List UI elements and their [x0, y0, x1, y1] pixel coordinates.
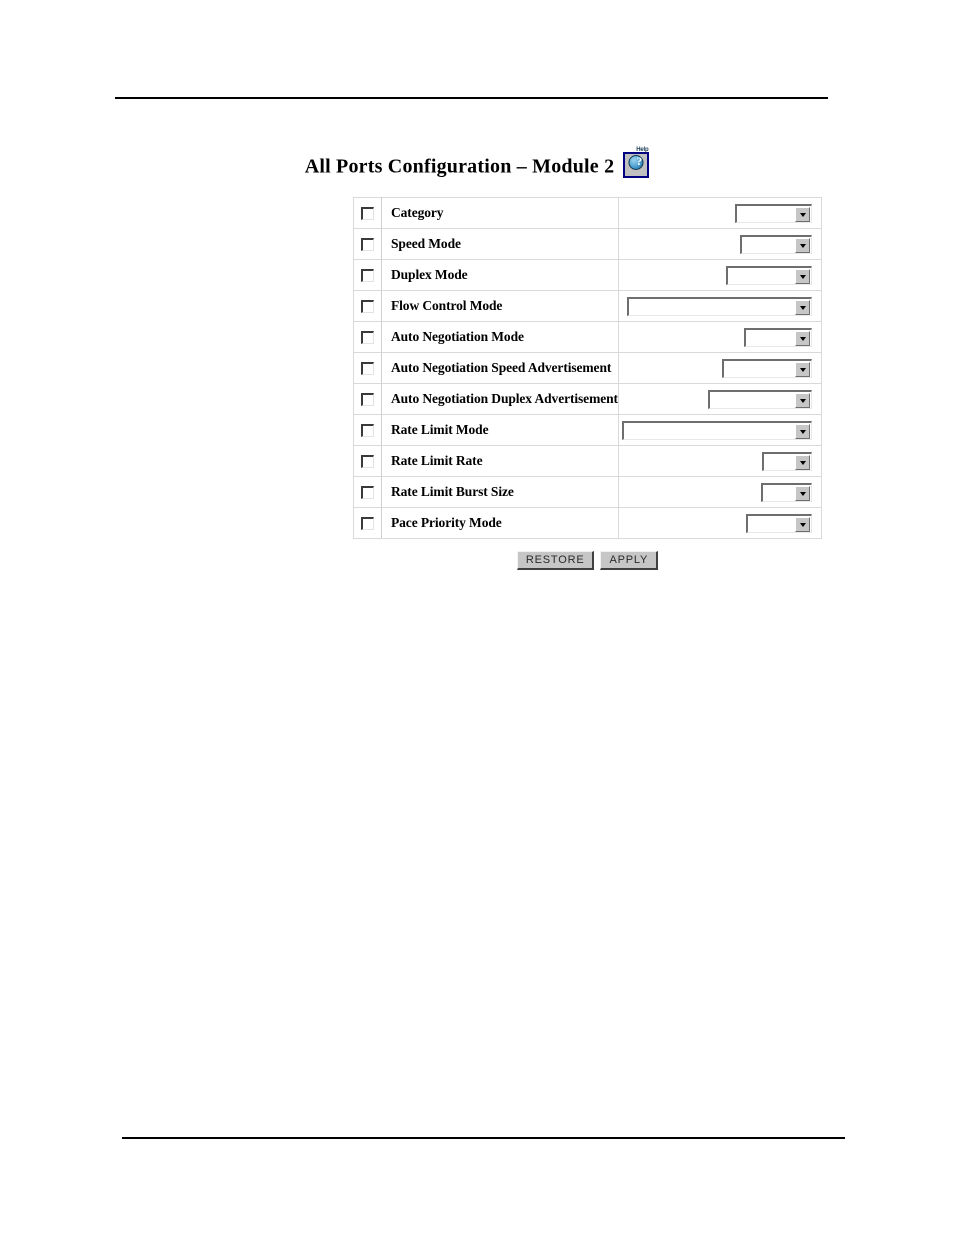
- row-value-cell: [617, 197, 823, 229]
- table-row: Pace Priority Mode: [353, 507, 823, 539]
- row-label: Pace Priority Mode: [381, 507, 619, 539]
- table-row: Category: [353, 197, 823, 229]
- checkbox-cell: [353, 197, 382, 229]
- row-label: Rate Limit Rate: [381, 445, 619, 477]
- row-label: Flow Control Mode: [381, 290, 619, 322]
- table-row: Rate Limit Rate: [353, 445, 823, 477]
- row-select-checkbox[interactable]: [361, 392, 374, 406]
- row-value-cell: [617, 290, 823, 322]
- row-select-checkbox[interactable]: [361, 268, 374, 282]
- row-select-checkbox[interactable]: [361, 516, 374, 530]
- page-title: All Ports Configuration – Module 2 ? Hel…: [0, 147, 954, 180]
- row-label: Auto Negotiation Duplex Advertisement: [381, 383, 619, 415]
- row-value-cell: [617, 445, 823, 477]
- table-row: Auto Negotiation Speed Advertisement: [353, 352, 823, 384]
- chevron-down-icon[interactable]: [795, 237, 810, 253]
- checkbox-cell: [353, 259, 382, 291]
- row-select-checkbox[interactable]: [361, 237, 374, 251]
- dropdown-select[interactable]: [708, 389, 812, 409]
- config-table-body: Category Speed Mode Duplex Mode Flow Contro…: [353, 197, 823, 539]
- row-value-cell: [617, 352, 823, 384]
- checkbox-cell: [353, 445, 382, 477]
- dropdown-select[interactable]: [762, 451, 812, 471]
- form-action-bar: RESTORE APPLY: [353, 551, 822, 570]
- chevron-down-icon[interactable]: [795, 516, 810, 532]
- row-select-checkbox[interactable]: [361, 361, 374, 375]
- row-value-cell: [617, 476, 823, 508]
- row-select-checkbox[interactable]: [361, 299, 374, 313]
- chevron-down-icon[interactable]: [795, 423, 810, 439]
- dropdown-select[interactable]: [735, 203, 812, 223]
- dropdown-select[interactable]: [761, 482, 812, 502]
- chevron-down-icon[interactable]: [795, 485, 810, 501]
- table-row: Flow Control Mode: [353, 290, 823, 322]
- row-label: Speed Mode: [381, 228, 619, 260]
- dropdown-select[interactable]: [740, 234, 812, 254]
- table-row: Speed Mode: [353, 228, 823, 260]
- chevron-down-icon[interactable]: [795, 268, 810, 284]
- page-header-rule: [115, 97, 828, 99]
- chevron-down-icon[interactable]: [795, 361, 810, 377]
- dropdown-select[interactable]: [726, 265, 812, 285]
- help-button[interactable]: ? Help: [623, 147, 650, 178]
- row-value-cell: [617, 414, 823, 446]
- page-title-text: All Ports Configuration – Module 2: [304, 155, 615, 178]
- dropdown-select[interactable]: [722, 358, 812, 378]
- checkbox-cell: [353, 414, 382, 446]
- chevron-down-icon[interactable]: [795, 330, 810, 346]
- checkbox-cell: [353, 476, 382, 508]
- table-row: Auto Negotiation Duplex Advertisement: [353, 383, 823, 415]
- table-row: Rate Limit Mode: [353, 414, 823, 446]
- row-select-checkbox[interactable]: [361, 485, 374, 499]
- chevron-down-icon[interactable]: [795, 454, 810, 470]
- table-row: Auto Negotiation Mode: [353, 321, 823, 353]
- checkbox-cell: [353, 290, 382, 322]
- row-select-checkbox[interactable]: [361, 423, 374, 437]
- row-select-checkbox[interactable]: [361, 206, 374, 220]
- checkbox-cell: [353, 321, 382, 353]
- row-value-cell: [617, 507, 823, 539]
- restore-button[interactable]: RESTORE: [516, 551, 595, 570]
- checkbox-cell: [353, 228, 382, 260]
- table-row: Duplex Mode: [353, 259, 823, 291]
- apply-button[interactable]: APPLY: [600, 551, 659, 570]
- checkbox-cell: [353, 352, 382, 384]
- row-label: Rate Limit Burst Size: [381, 476, 619, 508]
- row-value-cell: [617, 321, 823, 353]
- dropdown-select[interactable]: [622, 420, 812, 440]
- dropdown-select[interactable]: [627, 296, 812, 316]
- table-row: Rate Limit Burst Size: [353, 476, 823, 508]
- all-ports-configuration-table: Category Speed Mode Duplex Mode Flow Contro…: [353, 197, 823, 539]
- row-select-checkbox[interactable]: [361, 454, 374, 468]
- row-value-cell: [617, 259, 823, 291]
- row-label: Auto Negotiation Speed Advertisement: [381, 352, 619, 384]
- row-label: Rate Limit Mode: [381, 414, 619, 446]
- row-value-cell: [617, 228, 823, 260]
- dropdown-select[interactable]: [746, 513, 812, 533]
- checkbox-cell: [353, 383, 382, 415]
- row-label: Category: [381, 197, 619, 229]
- chevron-down-icon[interactable]: [795, 392, 810, 408]
- row-label: Auto Negotiation Mode: [381, 321, 619, 353]
- page-footer-rule: [122, 1137, 845, 1139]
- row-label: Duplex Mode: [381, 259, 619, 291]
- row-select-checkbox[interactable]: [361, 330, 374, 344]
- chevron-down-icon[interactable]: [795, 206, 810, 222]
- row-value-cell: [617, 383, 823, 415]
- dropdown-select[interactable]: [744, 327, 812, 347]
- checkbox-cell: [353, 507, 382, 539]
- chevron-down-icon[interactable]: [795, 299, 810, 315]
